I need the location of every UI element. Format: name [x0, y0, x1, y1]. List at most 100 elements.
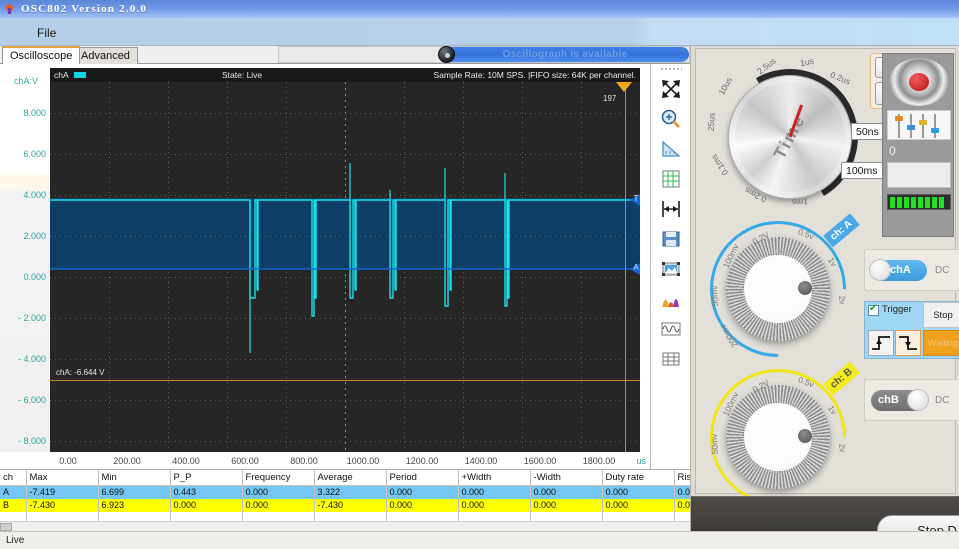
- cell-pwidth: 0.000: [458, 498, 531, 512]
- zoom-in-magnifier-icon[interactable]: [656, 104, 686, 134]
- trigger-position-value: 197: [603, 94, 617, 103]
- cell-rise-time: 0.000: [674, 485, 690, 499]
- falling-edge-icon[interactable]: [895, 330, 921, 356]
- table-row[interactable]: A -7.419 6.699 0.443 0.000 3.322 0.000 0…: [0, 485, 690, 499]
- cell-pwidth: 0.000: [458, 485, 531, 499]
- toggle-knob: [869, 259, 891, 281]
- trigger-stop-button[interactable]: Stop: [923, 302, 959, 328]
- toolbar-grip-icon[interactable]: [660, 67, 682, 72]
- record-value: 0: [889, 144, 896, 158]
- column-header-nwidth: -Width: [530, 470, 603, 486]
- column-header-max: Max: [26, 470, 99, 486]
- x-tick: 0.00: [59, 456, 77, 466]
- cell-rise-time: 0.000: [674, 498, 690, 512]
- timebase-value: 50ns: [856, 125, 879, 138]
- column-header-duty-rate: Duty rate: [602, 470, 675, 486]
- y-tick: 2.000: [23, 231, 46, 241]
- signal-level-meter: [887, 194, 951, 210]
- cha-gain-knob[interactable]: [726, 237, 830, 341]
- record-dot-icon: [909, 73, 929, 91]
- status-bar: Live: [0, 531, 959, 549]
- trigger-checkbox[interactable]: [868, 303, 879, 316]
- availability-pill[interactable]: Oscillograph is available: [441, 47, 689, 62]
- chb-knob-group: ch: B 0.2V 0.5v 1v 2v 100mv 50mv: [681, 340, 875, 534]
- cursor-line-vertical[interactable]: [625, 82, 626, 452]
- x-tick: 600.00: [231, 456, 259, 466]
- duration-value: 100ms: [846, 164, 878, 177]
- y-tick: 8.000: [23, 108, 46, 118]
- trigger-label: Trigger: [882, 304, 912, 315]
- cell-frequency: 0.000: [242, 485, 315, 499]
- chb-coupling-label[interactable]: DC: [935, 395, 949, 406]
- toggle-knob: [907, 389, 929, 411]
- sliders-icon[interactable]: [887, 110, 951, 140]
- record-dial-icon[interactable]: [889, 58, 949, 106]
- tab-oscilloscope[interactable]: Oscilloscope: [2, 46, 81, 64]
- availability-knob-icon[interactable]: [438, 46, 455, 63]
- image-export-icon[interactable]: [656, 254, 686, 284]
- x-tick: 800.00: [290, 456, 318, 466]
- record-display-field[interactable]: [887, 162, 951, 188]
- measurements-table: ch Max Min P_P Frequency Average Period …: [0, 470, 690, 525]
- chb-power-toggle[interactable]: chB: [871, 389, 929, 411]
- tab-advanced[interactable]: Advanced: [73, 47, 138, 64]
- plot-area: chA:V 8.000 6.000 4.000 2.000 0.000 - 2.…: [0, 64, 690, 469]
- menu-file[interactable]: File: [30, 24, 63, 42]
- chb-toggle-label: chB: [878, 394, 899, 406]
- column-header-min: Min: [98, 470, 171, 486]
- cell-period: 0.000: [386, 498, 459, 512]
- table-icon[interactable]: [656, 344, 686, 374]
- x-tick: 1800.00: [582, 456, 616, 466]
- chb-gain-knob[interactable]: [726, 385, 830, 489]
- cha-knob-indicator: [798, 281, 812, 295]
- save-floppy-icon[interactable]: [656, 224, 686, 254]
- cha-tick-50mv: 50mv: [709, 285, 720, 307]
- ruler-triangle-icon[interactable]: [656, 134, 686, 164]
- cha-coupling-label[interactable]: DC: [935, 265, 949, 276]
- cell-nwidth: 0.000: [530, 498, 603, 512]
- table-row[interactable]: B -7.430 6.923 0.000 0.000 -7.430 0.000 …: [0, 498, 690, 512]
- oscilloscope-app-window: OSC802 Version 2.0.0 File Oscilloscope A…: [0, 0, 959, 549]
- x-tick: 1200.00: [405, 456, 439, 466]
- time-tick-1ms: 1ms: [791, 196, 809, 208]
- waveform-icon[interactable]: [656, 314, 686, 344]
- chb-tick-2v: 2v: [837, 443, 848, 453]
- trigger-level-marker[interactable]: T: [630, 194, 640, 206]
- y-axis: chA:V 8.000 6.000 4.000 2.000 0.000 - 2.…: [0, 64, 50, 452]
- x-tick: 200.00: [113, 456, 141, 466]
- measure-width-icon[interactable]: [656, 194, 686, 224]
- scrollbar-thumb[interactable]: [0, 523, 12, 531]
- y-tick: - 2.000: [17, 313, 46, 323]
- control-panel: Time 2.5us 1us 0.2us 10us 25us 0.1ms 0.2…: [681, 46, 959, 549]
- cha-power-toggle[interactable]: chA: [869, 259, 927, 281]
- device-meter-module: 0: [882, 53, 954, 237]
- chb-toggle-panel: chB DC: [864, 379, 959, 421]
- histogram-icon[interactable]: [656, 284, 686, 314]
- pin-icon: [4, 4, 15, 15]
- expand-arrows-icon[interactable]: [656, 74, 686, 104]
- cha-toggle-panel: chA DC: [864, 249, 959, 291]
- y-tick: - 8.000: [17, 436, 46, 446]
- y-tick: 0.000: [23, 272, 46, 282]
- time-knob[interactable]: Time: [728, 75, 852, 199]
- column-header-rise-time: Rise Time: [674, 470, 690, 486]
- cell-pp: 0.443: [170, 485, 243, 499]
- channel-a-offset-marker[interactable]: A: [630, 263, 640, 275]
- x-axis: 0.00 200.00 400.00 600.00 800.00 1000.00…: [50, 454, 650, 470]
- grid-icon[interactable]: [656, 164, 686, 194]
- y-axis-title: chA:V: [14, 76, 39, 86]
- cell-average: -7.430: [314, 498, 387, 512]
- cursor-value-label: chA: -6.644 V: [56, 368, 105, 377]
- plot-tools-toolbar: [650, 64, 690, 469]
- trigger-status-button[interactable]: Waiting: [923, 330, 959, 356]
- x-tick: 1600.00: [523, 456, 557, 466]
- x-tick: 1000.00: [346, 456, 380, 466]
- menu-bar: File: [0, 18, 959, 46]
- waveform-canvas[interactable]: chA State: Live Sample Rate: 10M SPS. |F…: [50, 68, 640, 452]
- cursor-line-horizontal[interactable]: [50, 380, 640, 381]
- table-horizontal-scrollbar[interactable]: [0, 521, 690, 531]
- window-title: OSC802 Version 2.0.0: [21, 3, 148, 15]
- oscillograph-availability-bar: Oscillograph is available: [278, 46, 690, 63]
- trigger-position-marker[interactable]: [616, 82, 632, 92]
- rising-edge-icon[interactable]: [868, 330, 894, 356]
